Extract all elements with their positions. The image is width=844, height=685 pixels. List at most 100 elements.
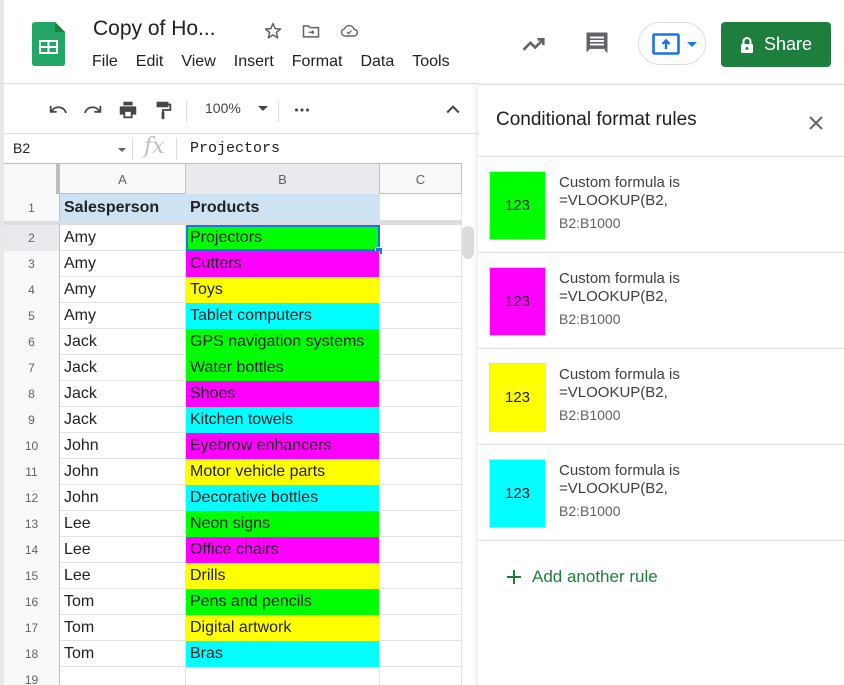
cell-product[interactable]: Toys xyxy=(186,277,380,303)
cell-empty[interactable] xyxy=(380,641,462,667)
cell-empty[interactable] xyxy=(380,381,462,407)
rule-item[interactable]: 123 Custom formula is =VLOOKUP(B2, B2:B1000 xyxy=(478,157,844,253)
vertical-scrollbar[interactable] xyxy=(462,226,474,259)
cell-product[interactable] xyxy=(186,667,380,685)
cell-salesperson[interactable]: Lee xyxy=(60,537,186,563)
cell-empty[interactable] xyxy=(380,407,462,433)
cell-salesperson[interactable]: John xyxy=(60,433,186,459)
cell-product[interactable]: GPS navigation systems xyxy=(186,329,380,355)
present-button[interactable] xyxy=(638,22,706,65)
present-caret-icon[interactable] xyxy=(687,42,697,47)
cell-product[interactable]: Motor vehicle parts xyxy=(186,459,380,485)
column-header-c[interactable]: C xyxy=(380,164,462,194)
cell-product[interactable]: Shoes xyxy=(186,381,380,407)
row-number[interactable]: 4 xyxy=(4,277,60,303)
cell-product[interactable]: Projectors xyxy=(186,225,380,251)
cell-empty[interactable] xyxy=(380,485,462,511)
cell-salesperson[interactable]: Jack xyxy=(60,407,186,433)
cell-salesperson[interactable]: Amy xyxy=(60,225,186,251)
row-number[interactable]: 17 xyxy=(4,615,60,641)
add-another-rule-button[interactable]: Add another rule xyxy=(506,567,658,587)
close-icon[interactable] xyxy=(804,111,828,135)
row-number[interactable]: 14 xyxy=(4,537,60,563)
select-all-corner[interactable] xyxy=(4,164,60,194)
sheets-logo-icon[interactable] xyxy=(32,22,65,66)
cell-a1[interactable]: Salesperson xyxy=(60,194,186,221)
cell-salesperson[interactable] xyxy=(60,667,186,685)
cell-empty[interactable] xyxy=(380,537,462,563)
cell-empty[interactable] xyxy=(380,511,462,537)
cell-salesperson[interactable]: John xyxy=(60,459,186,485)
move-to-folder-icon[interactable] xyxy=(300,20,322,42)
row-number[interactable]: 11 xyxy=(4,459,60,485)
print-icon[interactable] xyxy=(116,98,140,122)
cell-product[interactable]: Eyebrow enhancers xyxy=(186,433,380,459)
cell-b1[interactable]: Products xyxy=(186,194,380,221)
cell-salesperson[interactable]: Lee xyxy=(60,511,186,537)
menu-file[interactable]: File xyxy=(92,53,118,71)
cell-salesperson[interactable]: Jack xyxy=(60,381,186,407)
cell-empty[interactable] xyxy=(380,589,462,615)
formula-input[interactable]: Projectors xyxy=(190,140,280,157)
row-number[interactable]: 19 xyxy=(4,667,60,685)
rule-item[interactable]: 123 Custom formula is =VLOOKUP(B2, B2:B1000 xyxy=(478,253,844,349)
cell-empty[interactable] xyxy=(380,667,462,685)
cell-product[interactable]: Water bottles xyxy=(186,355,380,381)
share-button[interactable]: Share xyxy=(721,22,831,67)
more-options-icon[interactable] xyxy=(290,98,314,122)
cell-salesperson[interactable]: Amy xyxy=(60,277,186,303)
cell-product[interactable]: Pens and pencils xyxy=(186,589,380,615)
cell-empty[interactable] xyxy=(380,303,462,329)
document-title[interactable]: Copy of Ho... xyxy=(93,17,216,41)
row-number[interactable]: 8 xyxy=(4,381,60,407)
cell-product[interactable]: Drills xyxy=(186,563,380,589)
cell-salesperson[interactable]: Lee xyxy=(60,563,186,589)
row-number[interactable]: 6 xyxy=(4,329,60,355)
row-number[interactable]: 13 xyxy=(4,511,60,537)
cell-salesperson[interactable]: Jack xyxy=(60,355,186,381)
cell-product[interactable]: Digital artwork xyxy=(186,615,380,641)
cell-salesperson[interactable]: Tom xyxy=(60,641,186,667)
cell-c1[interactable] xyxy=(380,194,462,221)
cell-salesperson[interactable]: Amy xyxy=(60,303,186,329)
rule-item[interactable]: 123 Custom formula is =VLOOKUP(B2, B2:B1000 xyxy=(478,349,844,445)
cell-salesperson[interactable]: Tom xyxy=(60,615,186,641)
activity-trend-icon[interactable] xyxy=(520,30,548,63)
cell-product[interactable]: Cutters xyxy=(186,251,380,277)
collapse-menus-icon[interactable] xyxy=(441,98,465,122)
cell-empty[interactable] xyxy=(380,277,462,303)
row-number[interactable]: 18 xyxy=(4,641,60,667)
row-number[interactable]: 5 xyxy=(4,303,60,329)
menu-edit[interactable]: Edit xyxy=(136,53,164,71)
menu-insert[interactable]: Insert xyxy=(234,53,274,71)
cell-product[interactable]: Decorative bottles xyxy=(186,485,380,511)
cell-product[interactable]: Neon signs xyxy=(186,511,380,537)
menu-format[interactable]: Format xyxy=(292,53,343,71)
menu-tools[interactable]: Tools xyxy=(412,53,449,71)
cell-product[interactable]: Office chairs xyxy=(186,537,380,563)
cell-empty[interactable] xyxy=(380,459,462,485)
star-icon[interactable] xyxy=(262,20,284,42)
row-number[interactable]: 12 xyxy=(4,485,60,511)
name-box-caret-icon[interactable] xyxy=(118,148,126,152)
row-number[interactable]: 3 xyxy=(4,251,60,277)
cell-empty[interactable] xyxy=(380,355,462,381)
row-number[interactable]: 2 xyxy=(4,225,60,251)
cell-empty[interactable] xyxy=(380,225,462,251)
cell-salesperson[interactable]: Tom xyxy=(60,589,186,615)
name-box[interactable]: B2 xyxy=(13,140,30,156)
column-header-a[interactable]: A xyxy=(60,164,186,194)
cell-empty[interactable] xyxy=(380,251,462,277)
row-number[interactable]: 15 xyxy=(4,563,60,589)
row-number[interactable]: 7 xyxy=(4,355,60,381)
cell-product[interactable]: Kitchen towels xyxy=(186,407,380,433)
row-number[interactable]: 16 xyxy=(4,589,60,615)
cell-empty[interactable] xyxy=(380,563,462,589)
cell-empty[interactable] xyxy=(380,329,462,355)
cell-product[interactable]: Tablet computers xyxy=(186,303,380,329)
row-number[interactable]: 1 xyxy=(4,194,60,221)
row-number[interactable]: 9 xyxy=(4,407,60,433)
undo-icon[interactable] xyxy=(46,98,70,122)
cell-salesperson[interactable]: John xyxy=(60,485,186,511)
redo-icon[interactable] xyxy=(81,98,105,122)
